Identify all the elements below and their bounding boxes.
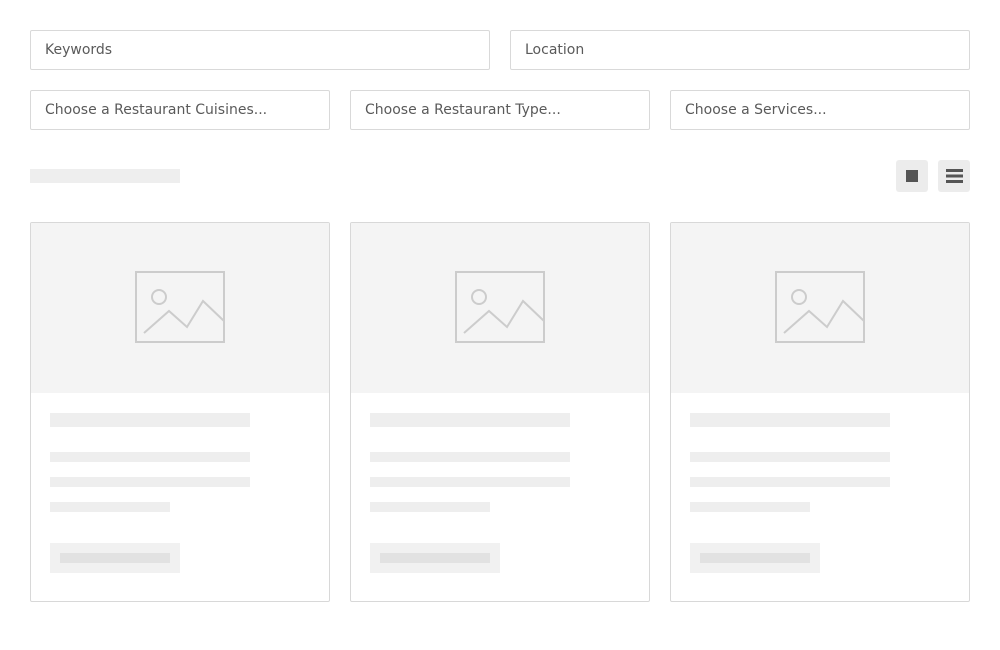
restaurant-type-select[interactable]: Choose a Restaurant Type...	[350, 90, 650, 130]
listing-title-skeleton	[370, 413, 570, 427]
services-select[interactable]: Choose a Services...	[670, 90, 970, 130]
listing-image-placeholder	[671, 223, 969, 393]
list-icon	[946, 169, 963, 183]
listing-image-placeholder	[351, 223, 649, 393]
listing-text-skeleton	[370, 502, 490, 512]
listing-button-skeleton	[50, 543, 180, 573]
image-placeholder-icon	[135, 271, 225, 343]
listing-text-skeleton	[370, 477, 570, 487]
listing-image-placeholder	[31, 223, 329, 393]
image-placeholder-icon	[775, 271, 865, 343]
grid-view-button[interactable]	[896, 160, 928, 192]
keywords-input[interactable]: Keywords	[30, 30, 490, 70]
listing-title-skeleton	[50, 413, 250, 427]
listing-card[interactable]	[30, 222, 330, 602]
listing-card[interactable]	[670, 222, 970, 602]
listing-text-skeleton	[690, 502, 810, 512]
listing-text-skeleton	[50, 477, 250, 487]
listing-text-skeleton	[690, 477, 890, 487]
listing-title-skeleton	[690, 413, 890, 427]
listing-card[interactable]	[350, 222, 650, 602]
listing-text-skeleton	[690, 452, 890, 462]
grid-icon	[906, 170, 918, 182]
results-count-skeleton	[30, 169, 180, 183]
cuisines-select[interactable]: Choose a Restaurant Cuisines...	[30, 90, 330, 130]
listing-text-skeleton	[370, 452, 570, 462]
image-placeholder-icon	[455, 271, 545, 343]
listing-button-skeleton	[370, 543, 500, 573]
list-view-button[interactable]	[938, 160, 970, 192]
listing-button-skeleton	[690, 543, 820, 573]
listing-text-skeleton	[50, 502, 170, 512]
location-input[interactable]: Location	[510, 30, 970, 70]
listing-text-skeleton	[50, 452, 250, 462]
